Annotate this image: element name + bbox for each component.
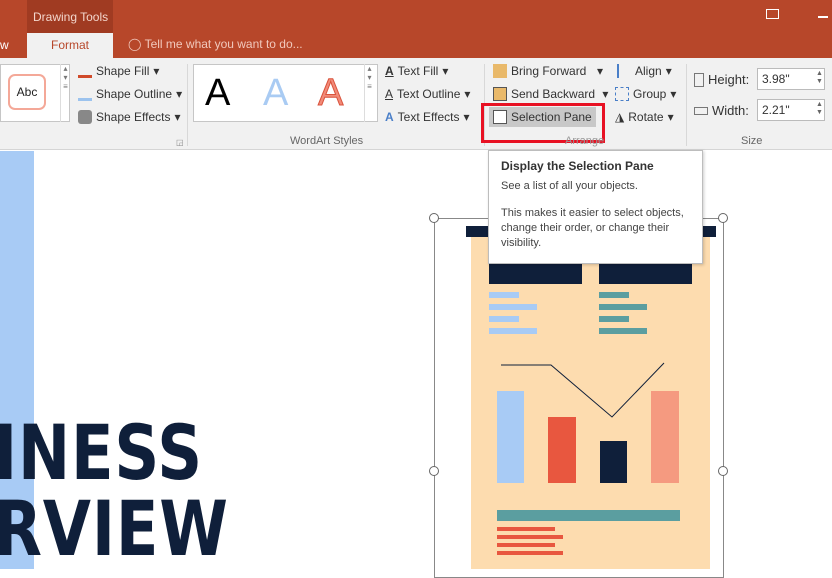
rotate-icon: ◮ [615,110,625,124]
rotate-button[interactable]: ◮ Rotate ▾ [615,110,674,124]
tab-format[interactable]: Format [27,33,113,58]
label: Text Effects [397,110,460,124]
tooltip-title: Display the Selection Pane [501,159,654,173]
paint-bucket-icon [78,64,92,78]
selection-box [434,218,724,578]
label: Rotate [628,110,664,124]
tell-me-text: Tell me what you want to do... [144,37,303,51]
dialog-launcher-icon[interactable]: ◲ [176,138,184,147]
gallery-scroll[interactable]: ▴ ▾ ≡ [60,64,70,122]
align-button[interactable]: Align ▾ [617,64,672,78]
wordart-group-label: WordArt Styles [290,135,364,147]
width-input[interactable]: 2.21" [757,99,825,121]
slide-title-line2[interactable]: RVIEW [0,484,229,573]
height-spinner[interactable]: ▲ ▼ [816,70,823,86]
label: Align [635,64,662,78]
text-outline-icon: A [385,87,394,101]
label: Bring Forward [511,64,587,78]
resize-handle[interactable] [429,213,439,223]
width-spinner[interactable]: ▲ ▼ [816,101,823,117]
bring-forward-icon [493,64,507,78]
size-group-label: Size [741,135,763,147]
selection-pane-tooltip: Display the Selection Pane See a list of… [488,150,703,264]
ribbon-display-options-icon[interactable] [766,9,779,19]
height-input[interactable]: 3.98" [757,68,825,90]
label: Text Outline [397,87,461,101]
text-effects-icon: A [385,110,394,124]
width-icon [694,106,708,115]
drawing-tools-label: Drawing Tools [27,0,113,33]
width-label: Width: [694,103,749,118]
height-label: Height: [694,72,749,87]
wordart-gallery-scroll[interactable]: ▴ ▾ ≡ [364,64,374,122]
wordart-sample-black[interactable]: A [205,72,230,115]
send-backward-button[interactable]: Send Backward ▾ [493,87,608,101]
tooltip-line1: See a list of all your objects. [501,180,638,192]
wordart-sample-blue[interactable]: A [263,72,288,115]
label: Shape Outline [96,87,173,101]
tooltip-line2: This makes it easier to select objects, … [501,207,684,249]
bring-forward-button[interactable]: Bring Forward ▾ [493,64,603,78]
pencil-icon [78,87,92,101]
shape-style-preview[interactable]: Abc [8,74,46,110]
resize-handle[interactable] [429,466,439,476]
shape-effects-button[interactable]: Shape Effects ▾ [78,110,181,124]
text-outline-button[interactable]: A Text Outline ▾ [385,87,470,101]
label: Group [633,87,667,101]
height-icon [694,72,704,87]
wordart-sample-red[interactable]: A [317,72,343,115]
tab-view[interactable]: w [0,38,9,52]
resize-handle[interactable] [718,466,728,476]
label: Text Fill [397,64,439,78]
label: Send Backward [511,87,596,101]
send-backward-icon [493,87,507,101]
text-fill-icon: A [385,64,394,78]
text-fill-button[interactable]: A Text Fill ▾ [385,64,448,78]
align-icon [617,64,631,78]
shape-outline-button[interactable]: Shape Outline ▾ [78,87,182,101]
text-effects-button[interactable]: A Text Effects ▾ [385,110,470,124]
label: Width: [712,103,749,118]
label: Shape Fill [96,64,150,78]
lightbulb-icon: ◯ [128,37,142,51]
group-button[interactable]: Group ▾ [615,87,676,101]
shape-effects-icon [78,110,92,124]
title-bar [0,0,832,58]
minimize-icon[interactable] [818,16,828,18]
label: Height: [708,72,750,87]
label: Shape Effects [96,110,171,124]
resize-handle[interactable] [718,213,728,223]
tell-me-input[interactable]: ◯ Tell me what you want to do... [128,37,303,51]
shape-fill-button[interactable]: Shape Fill ▾ [78,64,159,78]
arrange-group-label: Arrange [565,135,605,147]
group-icon [615,87,629,101]
